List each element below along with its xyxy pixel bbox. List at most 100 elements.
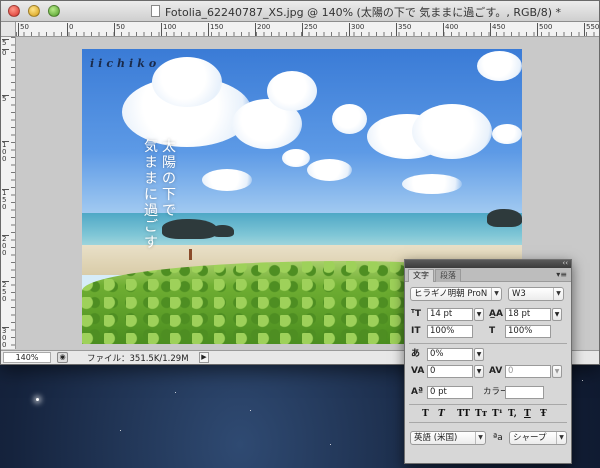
tracking-icon: AV <box>489 366 503 376</box>
subscript-button[interactable]: T, <box>508 409 517 419</box>
chevron-down-icon: ▼ <box>556 432 566 444</box>
leading-value: 18 pt <box>508 309 531 319</box>
status-info-icon[interactable]: ◉ <box>57 352 68 363</box>
zoom-field[interactable]: 140% <box>3 352 51 363</box>
panel-menu-icon[interactable]: ▾≡ <box>556 270 567 279</box>
cloud <box>477 51 522 81</box>
vertical-text-col2[interactable]: 気ままに過ごす <box>144 139 160 251</box>
ruler-label: 450 <box>490 23 505 36</box>
all-caps-button[interactable]: TT <box>457 409 470 419</box>
cloud <box>152 57 222 107</box>
ruler-label: 500 <box>537 23 552 36</box>
ruler-label: 50 <box>114 23 125 36</box>
tab-character[interactable]: 文字 <box>408 269 434 282</box>
horizontal-ruler[interactable]: 50 0 50 100 150 200 250 300 350 400 450 … <box>16 22 599 37</box>
leading-icon: A̲A <box>489 309 503 319</box>
chevron-down-icon[interactable]: ▼ <box>474 365 484 378</box>
signature-text: iichiko <box>90 57 161 70</box>
cloud <box>202 169 252 191</box>
title-bar[interactable]: Fotolia_62240787_XS.jpg @ 140% (太陽の下で 気ま… <box>1 1 599 22</box>
character-panel: ‹‹ 文字 段落 ▾≡ ヒラギノ明朝 ProN ▼ W3 ▼ ᵀT 14 pt ▼ A… <box>404 259 572 464</box>
font-family-value: ヒラギノ明朝 ProN <box>414 289 488 299</box>
font-style-value: W3 <box>512 289 526 299</box>
underline-button[interactable]: T <box>524 409 531 419</box>
minimize-button[interactable] <box>28 5 40 17</box>
kerning-field[interactable]: 0 ▼ <box>427 365 484 378</box>
divider <box>409 422 567 423</box>
rock <box>487 209 522 227</box>
desktop-star <box>330 444 331 445</box>
baseline-shift-field[interactable]: 0 pt <box>427 386 473 399</box>
cloud <box>307 159 352 181</box>
ruler-label: 250 <box>302 23 317 36</box>
strikethrough-button[interactable]: Ŧ <box>540 409 547 419</box>
cloud <box>332 104 367 134</box>
tab-paragraph[interactable]: 段落 <box>435 269 461 282</box>
ruler-label: 250 <box>2 281 9 303</box>
ruler-label: 550 <box>584 23 599 36</box>
ruler-label: 100 <box>161 23 176 36</box>
chevron-down-icon[interactable]: ▼ <box>552 365 562 378</box>
ruler-origin[interactable] <box>1 22 16 37</box>
small-caps-button[interactable]: Tт <box>475 409 487 419</box>
faux-italic-button[interactable]: T <box>438 409 445 419</box>
window-title: Fotolia_62240787_XS.jpg @ 140% (太陽の下で 気ま… <box>165 6 562 19</box>
font-size-value: 14 pt <box>430 309 453 319</box>
rock <box>162 219 217 239</box>
cloud <box>492 124 522 144</box>
desktop-star <box>175 392 176 393</box>
zoom-button[interactable] <box>48 5 60 17</box>
cloud <box>267 71 317 111</box>
close-button[interactable] <box>8 5 20 17</box>
ruler-label: 150 <box>2 189 9 211</box>
horizontal-scale-field[interactable]: 100% <box>505 325 551 338</box>
ruler-label: 50 <box>18 23 29 36</box>
language-select[interactable]: 英語 (米国) ▼ <box>410 431 486 445</box>
status-menu-arrow[interactable]: ▶ <box>199 352 209 363</box>
language-value: 英語 (米国) <box>414 433 458 443</box>
desktop-star <box>36 398 39 401</box>
chevron-down-icon[interactable]: ▼ <box>552 308 562 321</box>
vertical-scale-icon: IT <box>411 326 421 336</box>
ruler-label: 0 <box>67 23 73 36</box>
chevron-down-icon: ▼ <box>475 432 485 444</box>
kerning-value: 0 <box>430 366 436 376</box>
divider <box>409 343 567 344</box>
ruler-label: 150 <box>208 23 223 36</box>
ruler-label: 300 <box>349 23 364 36</box>
baseline-shift-icon: Aª <box>411 387 424 397</box>
ruler-label: 100 <box>2 141 9 163</box>
cloud <box>402 174 462 194</box>
desktop-star <box>582 380 583 381</box>
antialias-icon-text: a <box>497 433 503 443</box>
leading-field[interactable]: 18 pt ▼ <box>505 308 562 321</box>
ruler-label: 5 <box>2 95 9 103</box>
panel-tabs: 文字 段落 ▾≡ <box>405 268 571 282</box>
kerning-icon: VA <box>411 366 425 376</box>
vertical-scale-field[interactable]: 100% <box>427 325 473 338</box>
font-style-select[interactable]: W3 ▼ <box>508 287 564 301</box>
panel-header[interactable]: ‹‹ <box>405 259 571 268</box>
person-figure <box>189 249 192 260</box>
chevron-down-icon[interactable]: ▼ <box>474 308 484 321</box>
faux-bold-button[interactable]: T <box>422 409 429 419</box>
font-size-icon: ᵀT <box>411 309 422 319</box>
chevron-down-icon[interactable]: ▼ <box>474 348 484 361</box>
antialias-select[interactable]: シャープ ▼ <box>509 431 567 445</box>
vertical-text-col1[interactable]: 太陽の下で <box>162 139 178 219</box>
font-size-field[interactable]: 14 pt ▼ <box>427 308 484 321</box>
document-icon <box>151 5 160 17</box>
desktop-star <box>120 430 121 431</box>
rock <box>212 225 234 237</box>
cloud <box>282 149 310 167</box>
tracking-value: 0 <box>508 366 514 376</box>
ruler-label: 200 <box>2 235 9 257</box>
collapse-icon[interactable]: ‹‹ <box>562 259 568 267</box>
tracking-field[interactable]: 0 ▼ <box>505 365 562 378</box>
superscript-button[interactable]: T¹ <box>492 409 503 419</box>
tsume-field[interactable]: 0% ▼ <box>427 348 484 361</box>
color-swatch[interactable] <box>505 386 544 399</box>
desktop-star <box>250 410 251 411</box>
font-family-select[interactable]: ヒラギノ明朝 ProN ▼ <box>410 287 502 301</box>
vertical-ruler[interactable]: 5 0 5 100 150 200 250 300 <box>1 37 16 349</box>
